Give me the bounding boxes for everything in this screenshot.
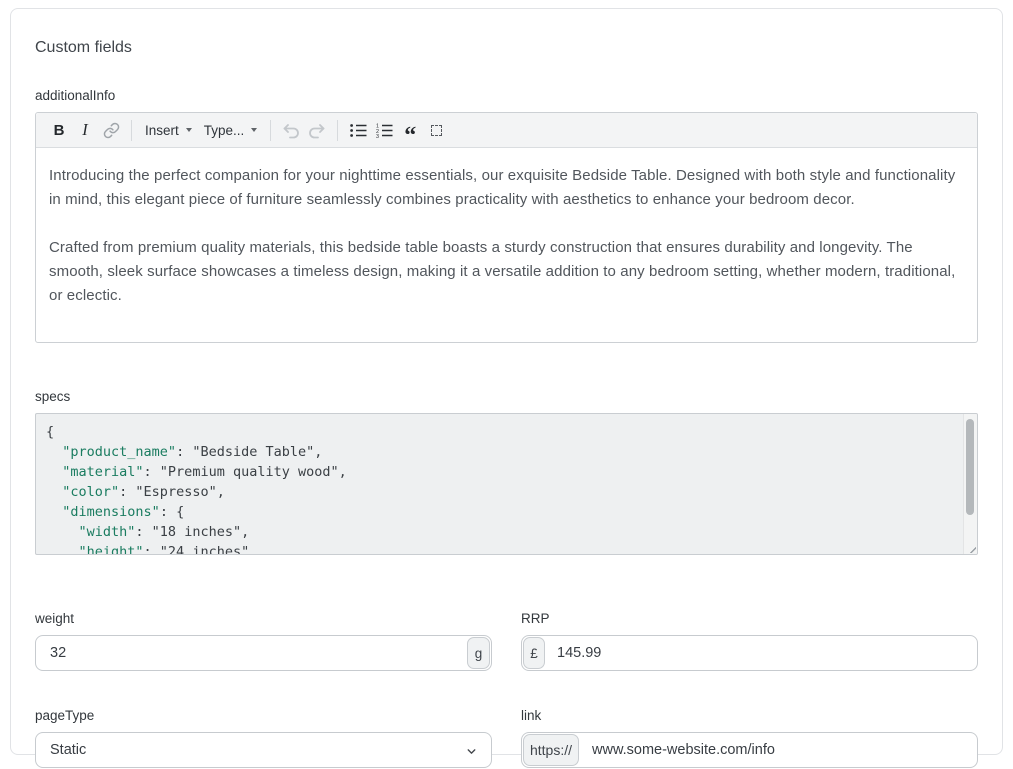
bullet-list-button[interactable] [345,117,371,143]
weight-input-wrap: g [35,635,492,671]
page-type-label: pageType [35,708,492,724]
rich-text-editor: B I Insert Type... [35,112,978,343]
paragraph: Introducing the perfect companion for yo… [49,164,964,212]
toolbar-divider [131,120,132,141]
page-type-select[interactable]: Static [35,732,492,768]
specs-code[interactable]: { "product_name": "Bedside Table", "mate… [36,414,963,554]
scrollbar-thumb[interactable] [966,419,974,515]
undo-icon [281,121,301,139]
svg-text:3: 3 [376,134,379,138]
fields-row-2: pageType Static link https:// [35,708,978,768]
page-type-field-group: pageType Static [35,708,492,768]
link-button[interactable] [98,117,124,143]
rich-text-content[interactable]: Introducing the perfect companion for yo… [36,148,977,342]
specs-label: specs [35,389,978,405]
link-label: link [521,708,978,724]
numbered-list-button[interactable]: 1 2 3 [371,117,397,143]
link-field-group: link https:// [521,708,978,768]
paragraph: Crafted from premium quality materials, … [49,236,964,308]
rrp-input[interactable] [522,636,977,670]
italic-button[interactable]: I [72,117,98,143]
type-dropdown[interactable]: Type... [198,117,264,143]
numbered-list-icon: 1 2 3 [376,123,393,138]
rrp-label: RRP [521,611,978,627]
redo-button[interactable] [304,117,330,143]
redo-icon [307,121,327,139]
bold-button[interactable]: B [46,117,72,143]
panel-title: Custom fields [35,39,978,57]
toolbar-divider [270,120,271,141]
link-icon [103,122,120,139]
chevron-down-icon [251,128,257,132]
blockquote-icon: “ [404,119,416,141]
insert-dropdown-label: Insert [145,123,179,138]
custom-fields-panel: Custom fields additionalInfo B I Insert … [10,8,1003,755]
scrollbar-track[interactable] [963,414,977,554]
chevron-down-icon [465,745,478,758]
rrp-field-group: RRP £ [521,611,978,671]
weight-input[interactable] [36,636,491,670]
additional-info-label: additionalInfo [35,88,978,104]
chevron-down-icon [186,128,192,132]
page-type-selected-value: Static [36,742,86,758]
insert-dropdown[interactable]: Insert [139,117,198,143]
blockquote-button[interactable]: “ [397,117,423,143]
weight-label: weight [35,611,492,627]
specs-code-editor[interactable]: { "product_name": "Bedside Table", "mate… [35,413,978,555]
rrp-currency-addon: £ [523,637,545,669]
bullet-list-icon [350,123,367,138]
fields-row-1: weight g RRP £ [35,611,978,671]
visual-blocks-icon [431,125,442,136]
link-input[interactable] [522,733,977,767]
undo-button[interactable] [278,117,304,143]
visual-blocks-button[interactable] [423,117,449,143]
rrp-input-wrap: £ [521,635,978,671]
weight-unit-addon: g [467,637,490,669]
editor-toolbar: B I Insert Type... [36,113,977,148]
type-dropdown-label: Type... [204,123,245,138]
weight-field-group: weight g [35,611,492,671]
link-input-wrap: https:// [521,732,978,768]
toolbar-divider [337,120,338,141]
link-protocol-addon: https:// [523,734,579,766]
